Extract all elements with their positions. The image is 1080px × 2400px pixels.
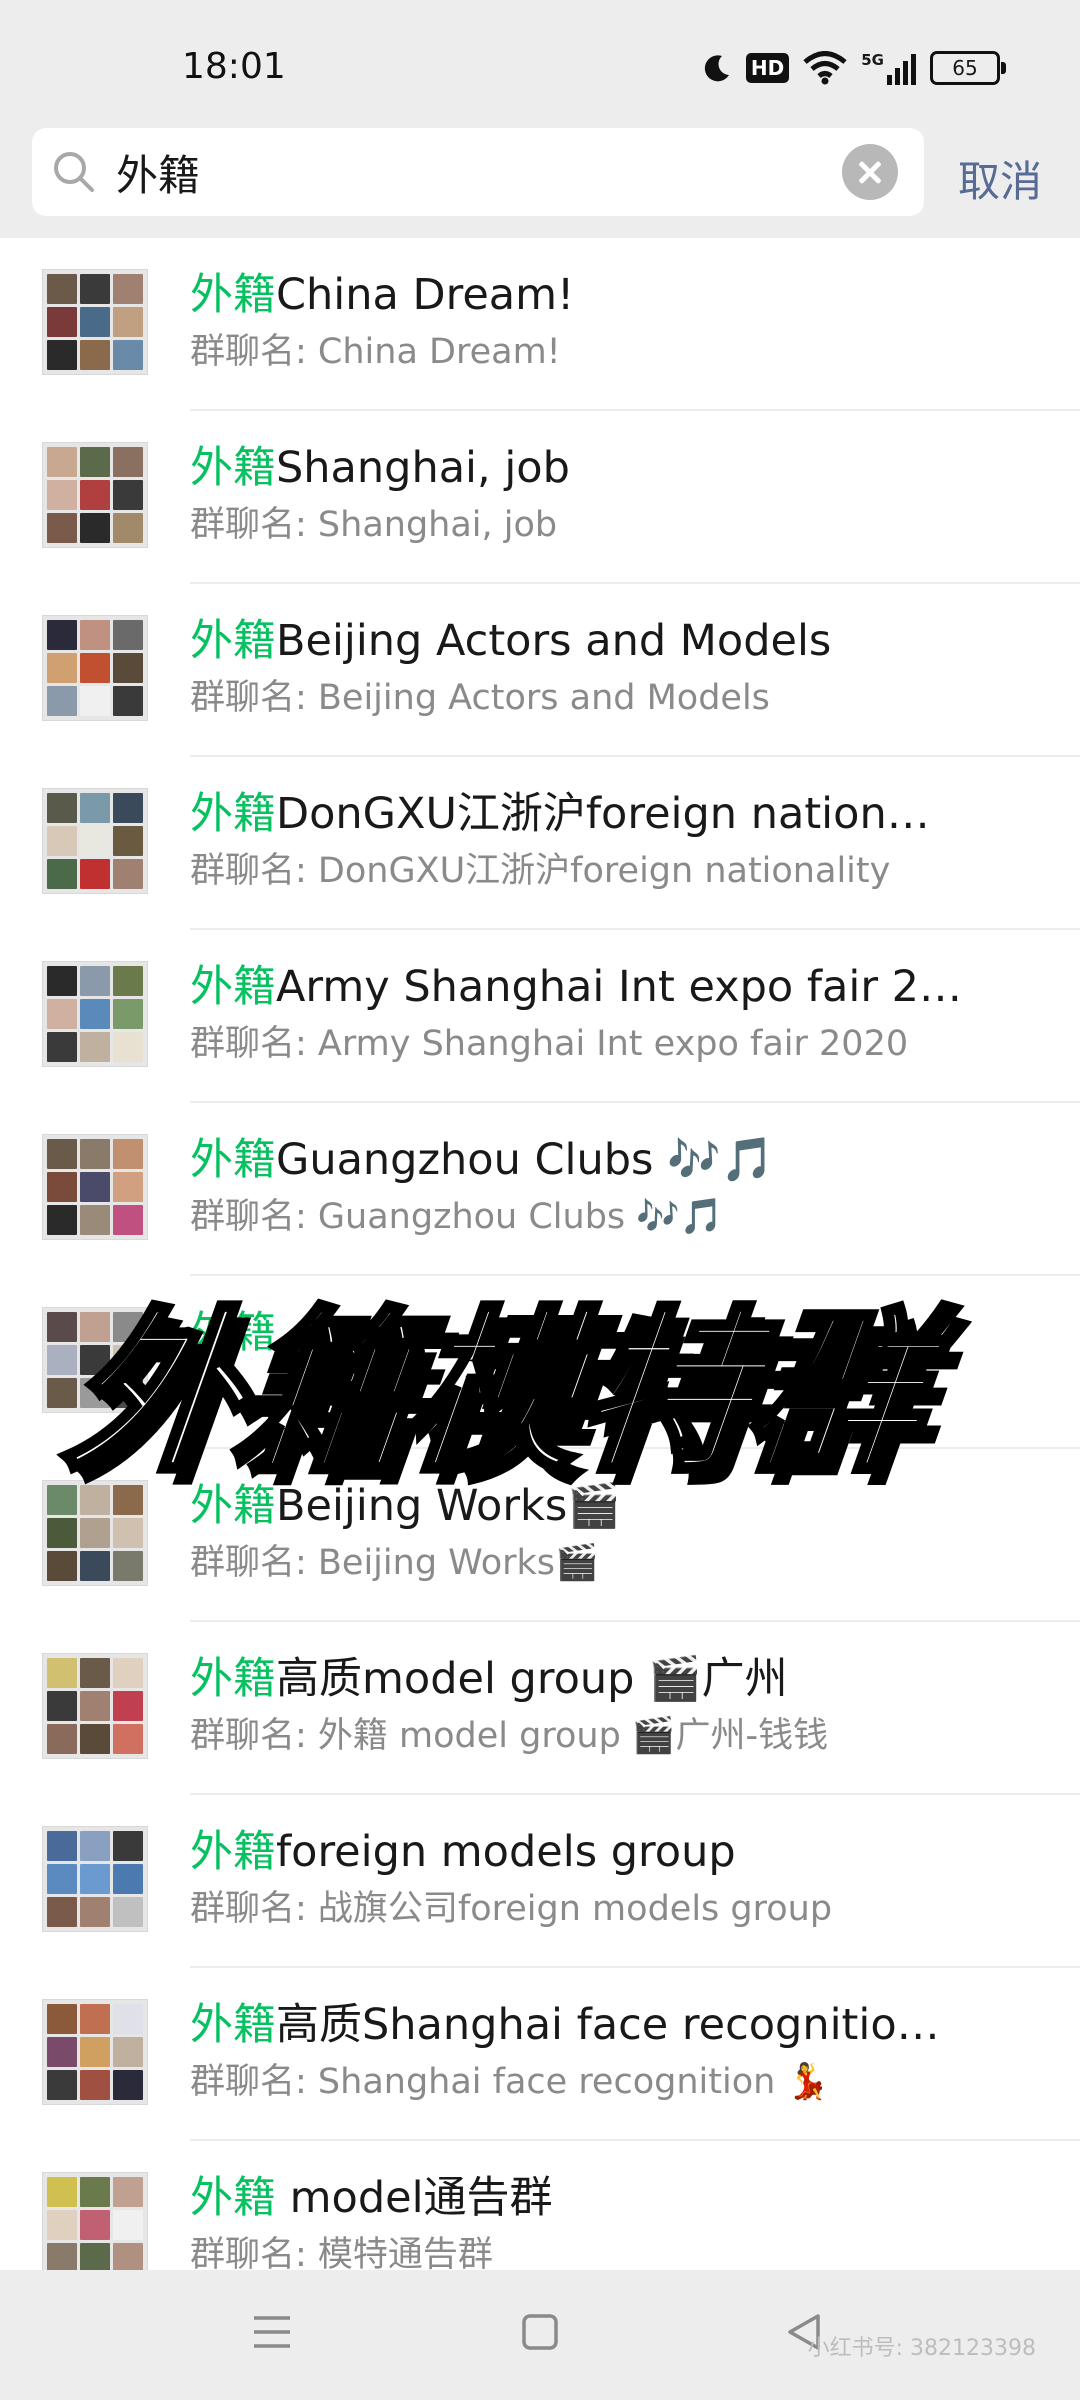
group-avatar [42, 1999, 148, 2105]
result-subtitle: 群聊名: Shanghai face recognition 💃 [190, 2062, 830, 2102]
group-avatar [42, 442, 148, 548]
group-avatar [42, 1134, 148, 1240]
menu-icon[interactable] [250, 2310, 294, 2354]
result-subtitle: 群聊名: 外籍 model group 🎬广州-钱钱 [190, 1716, 829, 1756]
network-label: 5G [861, 51, 884, 69]
group-avatar [42, 1653, 148, 1759]
search-icon [54, 152, 94, 192]
keyword-highlight: 外籍 [190, 789, 276, 839]
keyword-highlight: 外籍 [190, 443, 276, 493]
status-icons: HD 5G 65 [702, 46, 1006, 90]
search-header: 取消 [0, 110, 1080, 238]
result-title: 外籍China Dream! [190, 265, 1040, 325]
result-row[interactable]: 外籍Shanghai, job 群聊名: Shanghai, job [0, 411, 1080, 584]
result-row[interactable]: 外籍foreign models group 群聊名: 战旗公司foreign … [0, 1795, 1080, 1968]
keyword-highlight: 外籍 [190, 2173, 276, 2223]
result-title: 外籍DonGXU江浙沪foreign nation… [190, 784, 1040, 844]
result-row[interactable]: 外籍高质Shanghai face recognitio… 群聊名: Shang… [0, 1968, 1080, 2141]
keyword-highlight: 外籍 [190, 1135, 276, 1185]
result-row[interactable]: 外籍高质model group 🎬广州 群聊名: 外籍 model group … [0, 1622, 1080, 1795]
result-subtitle: 群聊名: Guangzhou Clubs 🎶🎵 [190, 1197, 724, 1237]
keyword-highlight: 外籍 [190, 2000, 276, 2050]
group-avatar [42, 2172, 148, 2278]
result-title-rest: 高质Shanghai face recognitio… [276, 2000, 940, 2050]
system-nav-bar: 小红书号: 382123398 [0, 2270, 1080, 2400]
result-title-rest: Shanghai, job [276, 443, 570, 493]
cancel-button[interactable]: 取消 [958, 148, 1042, 209]
result-title-rest: Army Shanghai Int expo fair 2… [276, 962, 963, 1012]
result-subtitle: 群聊名: China Dream! [190, 332, 561, 372]
group-avatar [42, 615, 148, 721]
keyword-highlight: 外籍 [190, 1654, 276, 1704]
result-subtitle: 群聊名: DonGXU江浙沪foreign nationality [190, 851, 891, 891]
result-title: 外籍 model通告群 [190, 2168, 1040, 2228]
result-title-rest: model通告群 [276, 2173, 553, 2223]
result-title-rest: 高质model group 🎬广州 [276, 1654, 788, 1704]
result-title: 外籍高质Shanghai face recognitio… [190, 1995, 1040, 2055]
wifi-icon [803, 51, 847, 85]
status-time: 18:01 [182, 46, 286, 87]
group-avatar [42, 1826, 148, 1932]
result-title-rest: Guangzhou Clubs 🎶🎵 [276, 1135, 775, 1185]
search-box[interactable] [32, 128, 924, 216]
moon-icon [704, 55, 729, 82]
home-icon[interactable] [518, 2310, 562, 2354]
result-subtitle: 群聊名: Shanghai, job [190, 505, 558, 545]
result-title: 外籍foreign models group [190, 1822, 1040, 1882]
hd-badge: HD [745, 53, 790, 83]
result-title-rest: China Dream! [276, 270, 575, 320]
clear-search-button[interactable] [842, 144, 898, 200]
result-row[interactable]: 外籍DonGXU江浙沪foreign nation… 群聊名: DonGXU江浙… [0, 757, 1080, 930]
overlay-title: 外籍模特群 [54, 1288, 932, 1499]
result-subtitle: 群聊名: Beijing Works🎬 [190, 1543, 599, 1583]
search-input[interactable] [116, 142, 836, 202]
result-subtitle: 群聊名: 战旗公司foreign models group [190, 1889, 833, 1929]
result-title-rest: Beijing Actors and Models [276, 616, 832, 666]
result-title-rest: DonGXU江浙沪foreign nation… [276, 789, 930, 839]
result-subtitle: 群聊名: Army Shanghai Int expo fair 2020 [190, 1024, 909, 1064]
keyword-highlight: 外籍 [190, 616, 276, 666]
watermark: 小红书号: 382123398 [807, 2336, 1036, 2361]
result-title: 外籍高质model group 🎬广州 [190, 1649, 1040, 1709]
result-title: 外籍Shanghai, job [190, 438, 1040, 498]
signal-5g-icon: 5G [861, 51, 916, 85]
result-title: 外籍Army Shanghai Int expo fair 2… [190, 957, 1040, 1017]
keyword-highlight: 外籍 [190, 962, 276, 1012]
result-title-rest: foreign models group [276, 1827, 736, 1877]
battery-level: 65 [952, 56, 978, 80]
group-avatar [42, 788, 148, 894]
keyword-highlight: 外籍 [190, 270, 276, 320]
result-title: 外籍Beijing Actors and Models [190, 611, 1040, 671]
result-subtitle: 群聊名: Beijing Actors and Models [190, 678, 770, 718]
result-row[interactable]: 外籍Army Shanghai Int expo fair 2… 群聊名: Ar… [0, 930, 1080, 1103]
group-avatar [42, 269, 148, 375]
result-row[interactable]: 外籍China Dream! 群聊名: China Dream! [0, 238, 1080, 411]
result-row[interactable]: 外籍Beijing Actors and Models 群聊名: Beijing… [0, 584, 1080, 757]
keyword-highlight: 外籍 [190, 1827, 276, 1877]
result-title: 外籍Guangzhou Clubs 🎶🎵 [190, 1130, 1040, 1190]
battery-icon: 65 [930, 51, 1006, 85]
group-avatar [42, 961, 148, 1067]
